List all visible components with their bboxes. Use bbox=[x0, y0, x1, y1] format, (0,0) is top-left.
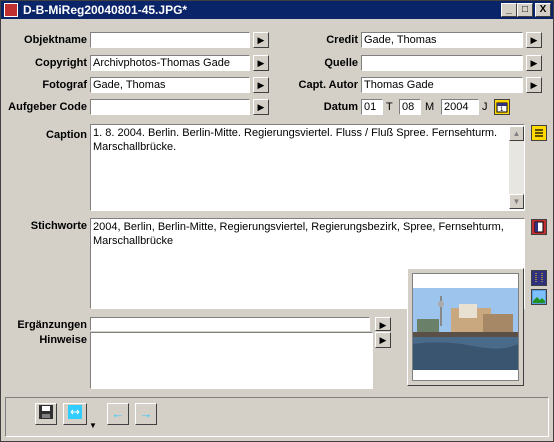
close-button[interactable]: X bbox=[535, 3, 551, 17]
caption-scrollbar[interactable]: ▲ ▼ bbox=[509, 126, 524, 209]
objektname-arrow-button[interactable]: ▶ bbox=[253, 32, 269, 48]
capt-autor-field[interactable]: Thomas Gade bbox=[361, 77, 523, 93]
title-bar: D-B-MiReg20040801-45.JPG* _ □ X bbox=[1, 1, 553, 19]
datum-day-field[interactable]: 01 bbox=[361, 99, 383, 115]
photo-thumbnail-frame bbox=[407, 268, 524, 386]
quelle-field[interactable] bbox=[361, 55, 523, 71]
hinweise-arrow-button[interactable]: ▶ bbox=[375, 332, 391, 348]
fotograf-arrow-button[interactable]: ▶ bbox=[253, 77, 269, 93]
image-icon[interactable] bbox=[531, 289, 547, 305]
credit-field[interactable]: Gade, Thomas bbox=[361, 32, 523, 48]
window-title: D-B-MiReg20040801-45.JPG* bbox=[23, 3, 188, 17]
save-button[interactable] bbox=[35, 403, 57, 425]
aufgeber-code-arrow-button[interactable]: ▶ bbox=[253, 99, 269, 115]
datum-m-label: M bbox=[425, 101, 435, 113]
fit-button[interactable] bbox=[63, 403, 87, 425]
fit-dropdown-icon[interactable]: ▼ bbox=[89, 421, 97, 430]
next-button[interactable]: → bbox=[135, 403, 157, 425]
hinweise-textarea[interactable] bbox=[90, 332, 373, 389]
datum-j-label: J bbox=[482, 101, 488, 113]
keywords-book-icon[interactable] bbox=[531, 219, 547, 235]
capt-autor-label: Capt. Autor bbox=[298, 79, 358, 91]
datum-month-field[interactable]: 08 bbox=[399, 99, 421, 115]
caption-scroll-up-button[interactable]: ▲ bbox=[509, 126, 524, 141]
caption-scroll-down-button[interactable]: ▼ bbox=[509, 194, 524, 209]
quelle-arrow-button[interactable]: ▶ bbox=[526, 55, 542, 71]
ergaenzungen-arrow-button[interactable]: ▶ bbox=[375, 317, 391, 331]
caption-label: Caption bbox=[46, 129, 87, 141]
datum-t-label: T bbox=[386, 101, 393, 113]
caption-list-icon[interactable] bbox=[531, 125, 547, 141]
hinweise-label: Hinweise bbox=[39, 334, 87, 346]
fotograf-field[interactable]: Gade, Thomas bbox=[90, 77, 250, 93]
caption-textarea[interactable]: 1. 8. 2004. Berlin. Berlin-Mitte. Regier… bbox=[90, 124, 525, 211]
app-icon bbox=[4, 3, 18, 17]
minimize-button[interactable]: _ bbox=[501, 3, 517, 17]
stichworte-text: 2004, Berlin, Berlin-Mitte, Regierungsvi… bbox=[93, 221, 504, 247]
film-icon[interactable] bbox=[531, 270, 547, 286]
stichworte-label: Stichworte bbox=[30, 220, 87, 232]
calendar-icon[interactable]: 1 bbox=[494, 99, 510, 115]
photo-thumbnail[interactable] bbox=[412, 273, 519, 381]
previous-button[interactable]: ← bbox=[107, 403, 129, 425]
credit-arrow-button[interactable]: ▶ bbox=[526, 32, 542, 48]
aufgeber-code-label: Aufgeber Code bbox=[8, 101, 87, 113]
credit-label: Credit bbox=[326, 34, 358, 46]
copyright-label: Copyright bbox=[35, 57, 87, 69]
copyright-arrow-button[interactable]: ▶ bbox=[253, 55, 269, 71]
ergaenzungen-label: Ergänzungen bbox=[17, 319, 87, 331]
copyright-field[interactable]: Archivphotos-Thomas Gade bbox=[90, 55, 250, 71]
save-icon bbox=[39, 405, 53, 419]
datum-year-field[interactable]: 2004 bbox=[441, 99, 479, 115]
datum-label: Datum bbox=[323, 101, 358, 113]
fotograf-label: Fotograf bbox=[42, 79, 87, 91]
main-window: D-B-MiReg20040801-45.JPG* _ □ X Objektna… bbox=[0, 0, 554, 442]
objektname-label: Objektname bbox=[24, 34, 87, 46]
aufgeber-code-field[interactable] bbox=[90, 99, 250, 115]
quelle-label: Quelle bbox=[324, 57, 358, 69]
ergaenzungen-field[interactable] bbox=[90, 317, 370, 331]
objektname-field[interactable] bbox=[90, 32, 250, 48]
capt-autor-arrow-button[interactable]: ▶ bbox=[526, 77, 542, 93]
caption-text: 1. 8. 2004. Berlin. Berlin-Mitte. Regier… bbox=[93, 127, 498, 153]
fit-icon bbox=[68, 405, 82, 419]
maximize-button[interactable]: □ bbox=[517, 3, 533, 17]
